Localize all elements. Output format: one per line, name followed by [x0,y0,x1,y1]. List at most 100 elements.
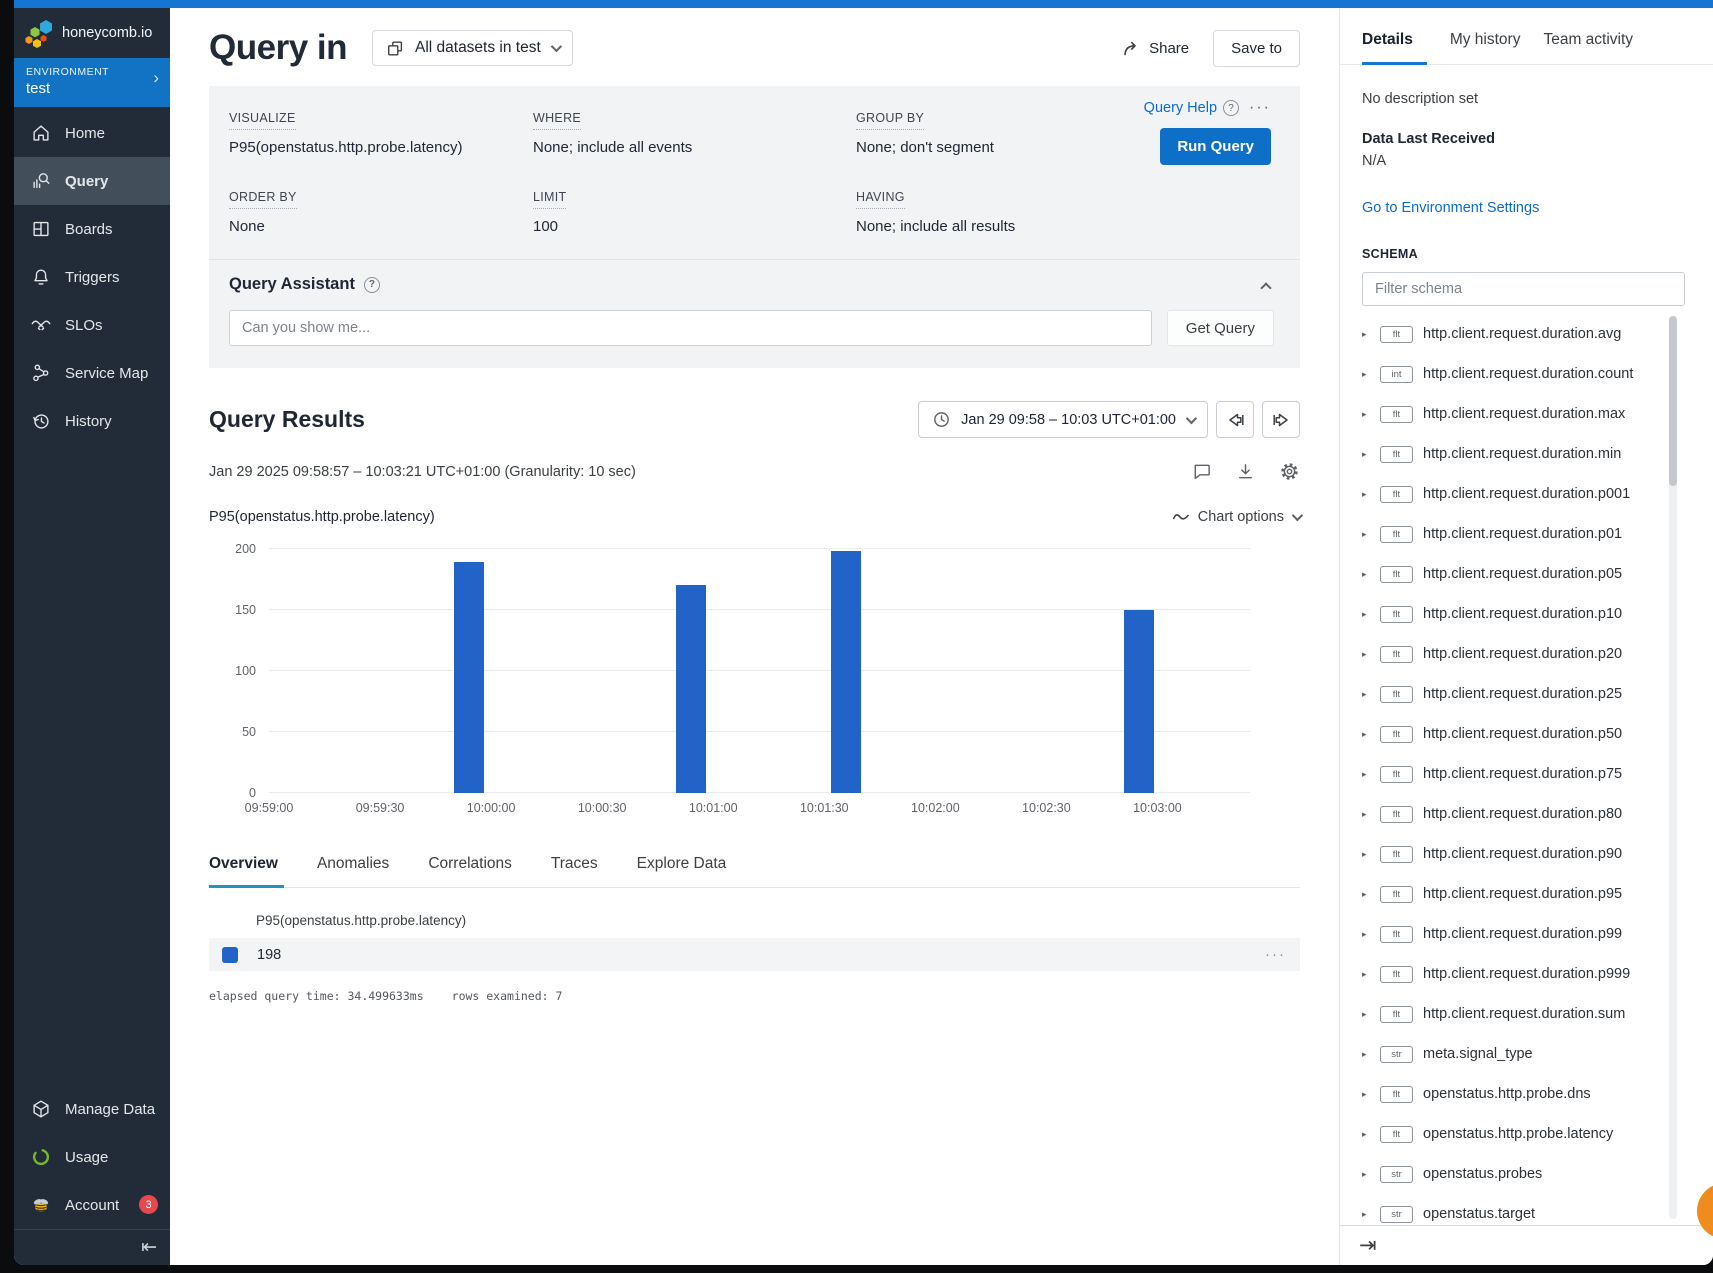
schema-field-row[interactable]: ▸flthttp.client.request.duration.p999 [1362,954,1661,994]
time-range-dropdown[interactable]: Jan 29 09:58 – 10:03 UTC+01:00 [918,401,1208,438]
time-previous-button[interactable] [1216,401,1254,438]
settings-button[interactable] [1279,461,1300,482]
builder-clause-limit[interactable]: LIMIT100 [533,188,856,235]
chart-bar[interactable] [1124,610,1154,793]
save-to-button[interactable]: Save to [1213,30,1300,67]
chart-bar[interactable] [676,585,706,793]
caret-right-icon[interactable]: ▸ [1362,1169,1370,1180]
schema-field-row[interactable]: ▸flthttp.client.request.duration.max [1362,394,1661,434]
schema-field-row[interactable]: ▸flthttp.client.request.duration.p01 [1362,514,1661,554]
schema-field-row[interactable]: ▸flthttp.client.request.duration.p99 [1362,914,1661,954]
builder-clause-having[interactable]: HAVINGNone; include all results [856,188,1050,235]
schema-field-row[interactable]: ▸stropenstatus.target [1362,1194,1661,1225]
sidebar-item-slos[interactable]: SLOs [14,301,170,349]
sidebar-item-history[interactable]: History [14,397,170,445]
caret-right-icon[interactable]: ▸ [1362,609,1370,620]
schema-field-row[interactable]: ▸flthttp.client.request.duration.p95 [1362,874,1661,914]
tab-correlations[interactable]: Correlations [428,855,518,888]
tab-overview[interactable]: Overview [209,855,284,888]
chart-bar[interactable] [831,551,861,793]
schema-field-row[interactable]: ▸stropenstatus.probes [1362,1154,1661,1194]
builder-clause-order-by[interactable]: ORDER BYNone [229,188,533,235]
assistant-collapse-button[interactable] [1262,279,1270,297]
collapse-right-icon panel-collapse-button[interactable]: ⇥ [1359,1233,1377,1258]
caret-right-icon[interactable]: ▸ [1362,769,1370,780]
caret-right-icon[interactable]: ▸ [1362,1209,1370,1220]
schema-field-row[interactable]: ▸inthttp.client.request.duration.count [1362,354,1661,394]
honeycomb-logo[interactable]: honeycomb.io [14,8,170,58]
caret-right-icon[interactable]: ▸ [1362,1049,1370,1060]
caret-right-icon[interactable]: ▸ [1362,369,1370,380]
assistant-input[interactable] [229,310,1152,346]
dataset-selector[interactable]: All datasets in test [372,30,573,66]
tab-explore-data[interactable]: Explore Data [637,855,733,888]
chart-options-button[interactable]: Chart options [1172,509,1300,525]
share-button[interactable]: Share [1121,38,1189,58]
help-icon[interactable]: ? [364,277,380,293]
download-button[interactable] [1235,461,1256,482]
tab-traces[interactable]: Traces [551,855,604,888]
caret-right-icon[interactable]: ▸ [1362,649,1370,660]
query-help-link[interactable]: Query Help ? [1144,100,1239,116]
schema-filter-input[interactable] [1362,272,1685,306]
sidebar-item-home[interactable]: Home [14,109,170,157]
builder-clause-visualize[interactable]: VISUALIZEP95(openstatus.http.probe.laten… [229,109,533,156]
sidebar-item-boards[interactable]: Boards [14,205,170,253]
schema-field-row[interactable]: ▸flthttp.client.request.duration.p05 [1362,554,1661,594]
schema-field-row[interactable]: ▸flthttp.client.request.duration.avg [1362,314,1661,354]
sidebar-item-query[interactable]: Query [14,157,170,205]
caret-right-icon[interactable]: ▸ [1362,809,1370,820]
time-next-button[interactable] [1262,401,1300,438]
caret-right-icon[interactable]: ▸ [1362,529,1370,540]
tab-anomalies[interactable]: Anomalies [317,855,395,888]
caret-right-icon[interactable]: ▸ [1362,1089,1370,1100]
schema-field-row[interactable]: ▸flthttp.client.request.duration.p25 [1362,674,1661,714]
caret-right-icon[interactable]: ▸ [1362,889,1370,900]
get-query-button[interactable]: Get Query [1167,310,1274,346]
schema-field-row[interactable]: ▸flthttp.client.request.duration.p75 [1362,754,1661,794]
builder-clause-group-by[interactable]: GROUP BYNone; don't segment [856,109,1050,156]
schema-field-row[interactable]: ▸flthttp.client.request.duration.p50 [1362,714,1661,754]
schema-field-row[interactable]: ▸flthttp.client.request.duration.p20 [1362,634,1661,674]
sidebar-item-manage-data[interactable]: Manage Data [14,1085,170,1133]
schema-field-row[interactable]: ▸fltopenstatus.http.probe.dns [1362,1074,1661,1114]
sidebar-item-service-map[interactable]: Service Map [14,349,170,397]
environment-settings-link[interactable]: Go to Environment Settings [1362,200,1685,216]
run-query-button[interactable]: Run Query [1160,128,1271,165]
caret-right-icon[interactable]: ▸ [1362,449,1370,460]
caret-right-icon[interactable]: ▸ [1362,409,1370,420]
sidebar-item-usage[interactable]: Usage [14,1133,170,1181]
schema-field-row[interactable]: ▸fltopenstatus.http.probe.latency [1362,1114,1661,1154]
schema-field-row[interactable]: ▸flthttp.client.request.duration.min [1362,434,1661,474]
caret-right-icon[interactable]: ▸ [1362,1129,1370,1140]
caret-right-icon[interactable]: ▸ [1362,569,1370,580]
row-more-options-icon[interactable]: ··· [1265,946,1286,963]
schema-field-row[interactable]: ▸flthttp.client.request.duration.p001 [1362,474,1661,514]
caret-right-icon[interactable]: ▸ [1362,329,1370,340]
caret-right-icon[interactable]: ▸ [1362,929,1370,940]
panel-tab-team-activity[interactable]: Team activity [1543,31,1633,65]
caret-right-icon[interactable]: ▸ [1362,489,1370,500]
chart-bar[interactable] [454,562,484,793]
sidebar-item-triggers[interactable]: Triggers [14,253,170,301]
builder-clause-where[interactable]: WHERENone; include all events [533,109,856,156]
schema-scrollbar-thumb[interactable] [1669,316,1677,486]
panel-tab-details[interactable]: Details [1362,31,1427,65]
more-options-icon[interactable]: ··· [1249,99,1271,117]
comment-button[interactable] [1191,461,1212,482]
caret-right-icon[interactable]: ▸ [1362,729,1370,740]
sidebar-collapse-button[interactable]: ⇤ [14,1229,170,1265]
caret-right-icon[interactable]: ▸ [1362,689,1370,700]
caret-right-icon[interactable]: ▸ [1362,969,1370,980]
panel-tab-my-history[interactable]: My history [1450,31,1521,65]
environment-switcher[interactable]: ENVIRONMENT test › [14,58,170,107]
sidebar-item-account[interactable]: Account3 [14,1181,170,1229]
schema-field-row[interactable]: ▸strmeta.signal_type [1362,1034,1661,1074]
schema-field-row[interactable]: ▸flthttp.client.request.duration.sum [1362,994,1661,1034]
schema-field-row[interactable]: ▸flthttp.client.request.duration.p80 [1362,794,1661,834]
schema-field-row[interactable]: ▸flthttp.client.request.duration.p90 [1362,834,1661,874]
result-row[interactable]: 198 ··· [209,938,1300,971]
caret-right-icon[interactable]: ▸ [1362,1009,1370,1020]
caret-right-icon[interactable]: ▸ [1362,849,1370,860]
schema-field-row[interactable]: ▸flthttp.client.request.duration.p10 [1362,594,1661,634]
